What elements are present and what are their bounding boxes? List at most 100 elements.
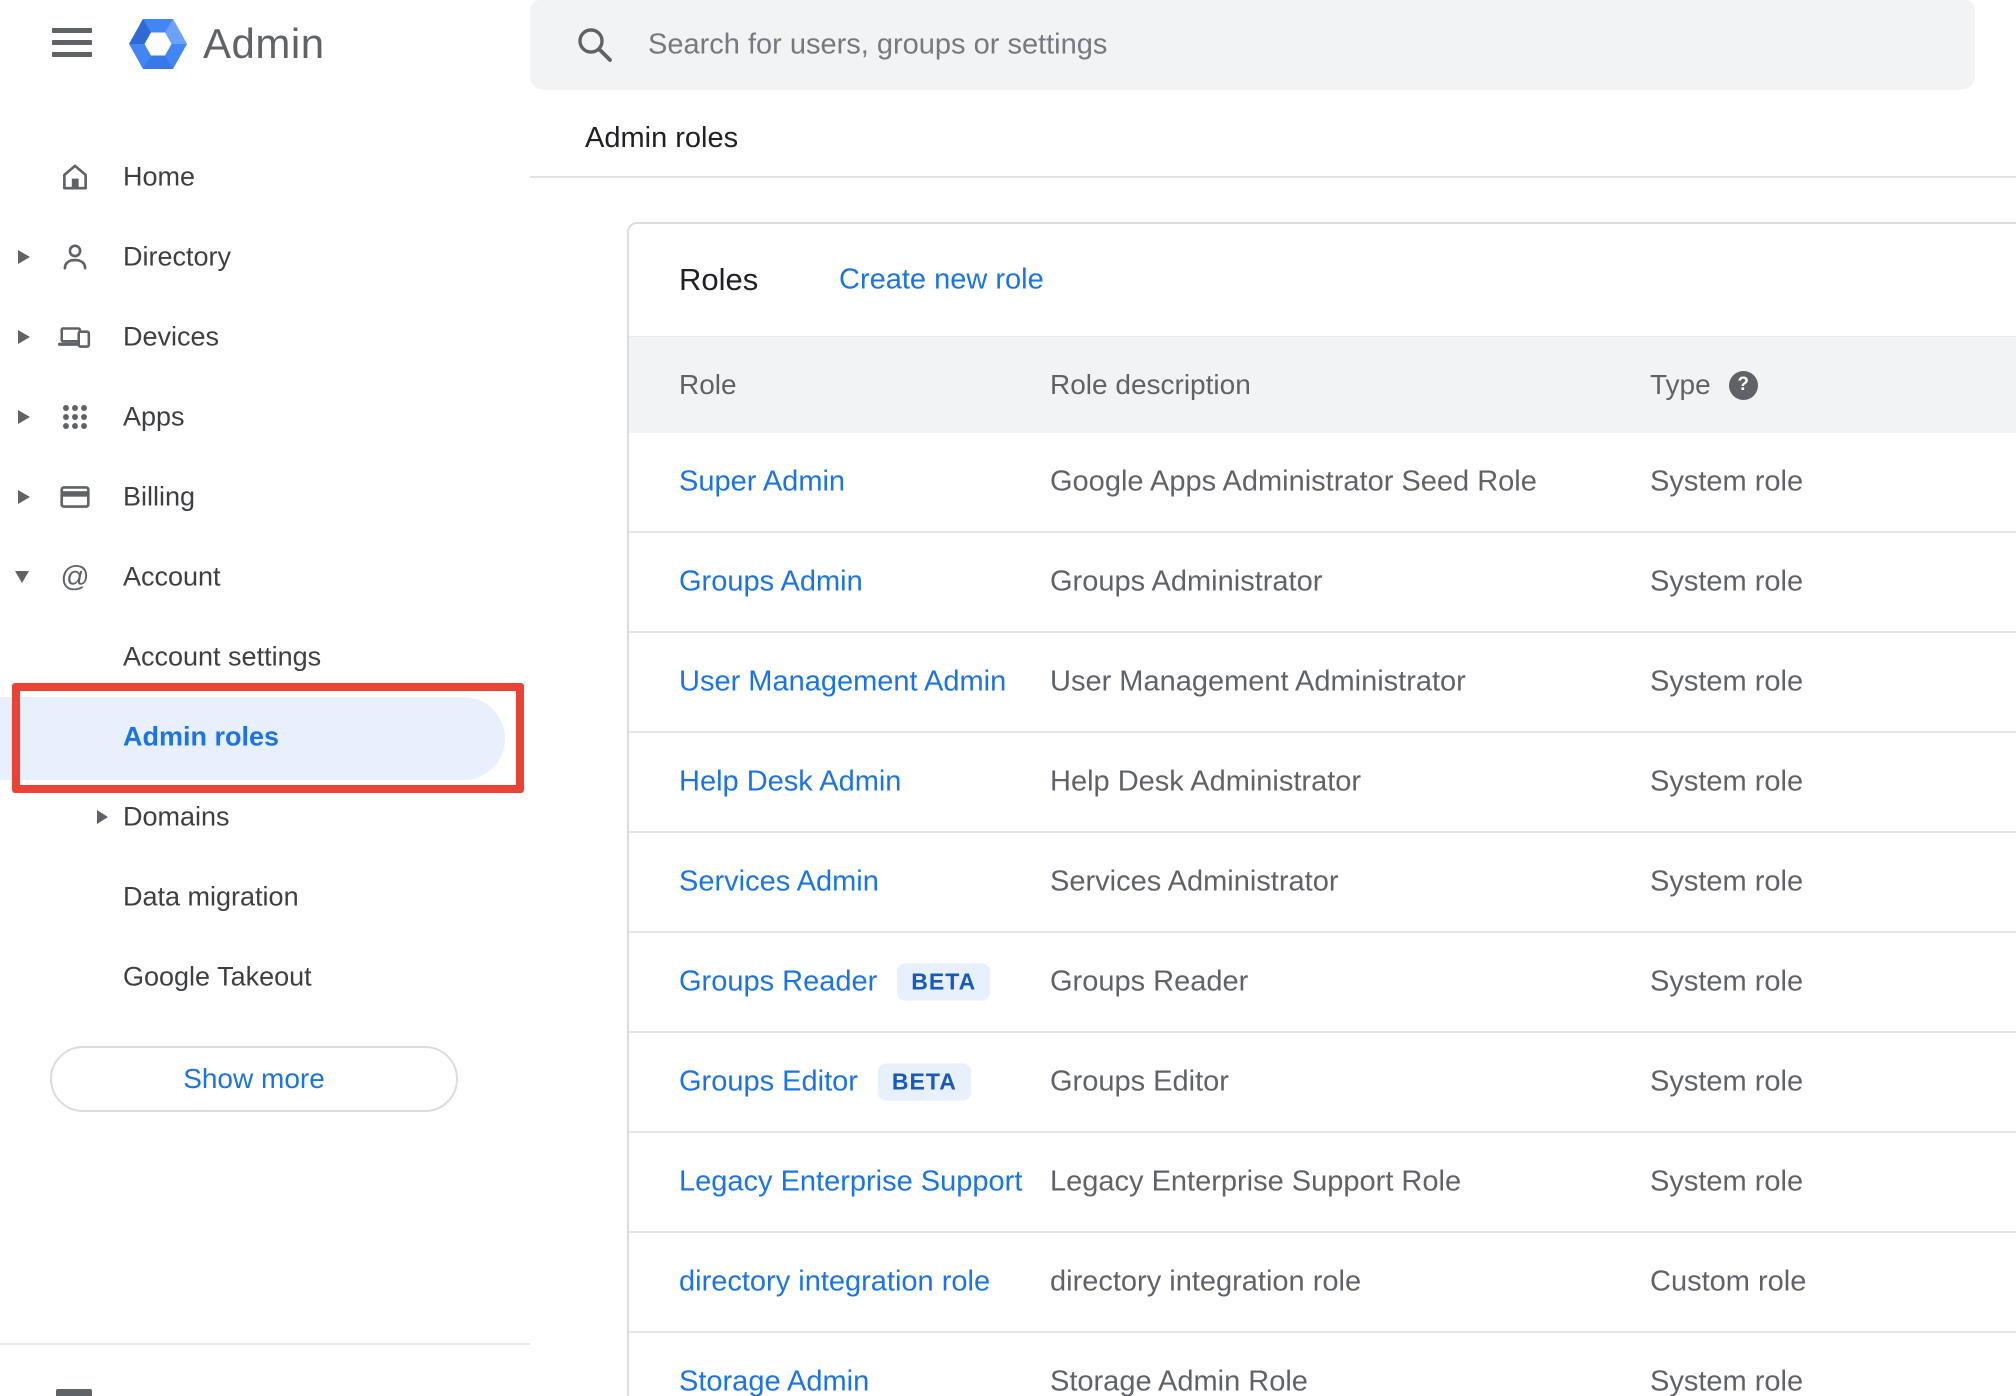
column-header-description: Role description xyxy=(1050,369,1251,400)
sidebar-item-label: Devices xyxy=(123,321,220,352)
role-description: Services Administrator xyxy=(1050,865,1339,898)
roles-card: Roles Create new role Role Role descript… xyxy=(627,222,2016,1396)
sidebar-item-label: Apps xyxy=(123,401,185,432)
role-link[interactable]: Super Admin xyxy=(679,466,845,499)
sidebar-item-label: Directory xyxy=(123,241,232,272)
role-type: Custom role xyxy=(1650,1265,1807,1298)
sidebar-item-devices[interactable]: Devices xyxy=(0,297,530,377)
beta-badge: BETA xyxy=(877,1063,971,1101)
role-link[interactable]: directory integration role xyxy=(679,1266,990,1299)
sidebar-item-label: Billing xyxy=(123,481,196,512)
card-header: Roles Create new role xyxy=(629,224,2016,336)
at-icon: @ xyxy=(58,560,92,594)
admin-logo-icon xyxy=(128,17,188,73)
table-row: Groups Reader BETA Groups Reader System rol… xyxy=(629,933,2016,1033)
card-icon xyxy=(58,480,92,514)
header-divider xyxy=(530,176,2016,178)
sidebar-subitem-domains[interactable]: Domains xyxy=(0,777,530,857)
search-input[interactable]: Search for users, groups or settings xyxy=(648,29,1107,62)
role-link[interactable]: Legacy Enterprise Support xyxy=(679,1166,1022,1199)
help-icon[interactable]: ? xyxy=(1728,370,1758,400)
role-description: Legacy Enterprise Support Role xyxy=(1050,1165,1462,1198)
table-body: Super Admin Google Apps Administrator See… xyxy=(629,433,2016,1396)
table-row: Groups Editor BETA Groups Editor System rol… xyxy=(629,1033,2016,1133)
table-row: Services Admin Services Administrator Syst… xyxy=(629,833,2016,933)
column-header-type: Type ? xyxy=(1650,369,1758,401)
beta-badge: BETA xyxy=(897,963,991,1001)
role-type: System role xyxy=(1650,865,1804,898)
home-icon xyxy=(58,160,92,194)
table-row: directory integration role directory inte… xyxy=(629,1233,2016,1333)
role-link[interactable]: Help Desk Admin xyxy=(679,766,901,799)
role-link[interactable]: Storage Admin xyxy=(679,1366,869,1396)
role-description: Groups Editor xyxy=(1050,1065,1229,1098)
role-link[interactable]: Groups Admin xyxy=(679,566,863,599)
chevron-right-icon[interactable] xyxy=(97,810,108,824)
role-type: System role xyxy=(1650,1365,1804,1396)
sidebar-subitem-google-takeout[interactable]: Google Takeout xyxy=(0,937,530,1017)
role-type: System role xyxy=(1650,665,1804,698)
hamburger-menu-icon[interactable] xyxy=(52,28,92,58)
role-link[interactable]: Groups Editor BETA xyxy=(679,1063,971,1101)
breadcrumb: Admin roles xyxy=(585,122,739,154)
sidebar-item-label: Home xyxy=(123,161,196,192)
svg-text:@: @ xyxy=(60,561,89,593)
role-description: Groups Reader xyxy=(1050,965,1249,998)
role-description: Google Apps Administrator Seed Role xyxy=(1050,465,1537,498)
sidebar-divider xyxy=(0,1343,530,1345)
sidebar: Admin Home Directory Devices Apps Billing @ Ac… xyxy=(0,0,530,1396)
search-icon xyxy=(572,22,616,66)
partial-bottom-icon xyxy=(56,1389,92,1396)
role-description: User Management Administrator xyxy=(1050,665,1466,698)
table-row: User Management Admin User Management Adm… xyxy=(629,633,2016,733)
sidebar-item-billing[interactable]: Billing xyxy=(0,457,530,537)
sidebar-subitem-label: Admin roles xyxy=(123,721,280,752)
role-type: System role xyxy=(1650,765,1804,798)
role-link[interactable]: User Management Admin xyxy=(679,666,1006,699)
chevron-down-icon[interactable] xyxy=(15,571,29,583)
person-icon xyxy=(58,240,92,274)
sidebar-nav: Home Directory Devices Apps Billing @ Account A… xyxy=(0,137,530,1017)
role-link[interactable]: Services Admin xyxy=(679,866,879,899)
sidebar-subitem-data-migration[interactable]: Data migration xyxy=(0,857,530,937)
table-row: Legacy Enterprise Support Legacy Enterpri… xyxy=(629,1133,2016,1233)
devices-icon xyxy=(58,320,92,354)
role-type: System role xyxy=(1650,965,1804,998)
chevron-right-icon[interactable] xyxy=(18,330,30,344)
app-title: Admin xyxy=(203,20,325,67)
table-row: Storage Admin Storage Admin Role System ro… xyxy=(629,1333,2016,1396)
table-row: Super Admin Google Apps Administrator See… xyxy=(629,433,2016,533)
chevron-right-icon[interactable] xyxy=(18,250,30,264)
table-header-row: Role Role description Type ? xyxy=(629,336,2016,433)
create-new-role-link[interactable]: Create new role xyxy=(839,264,1044,297)
sidebar-subitem-account-settings[interactable]: Account settings xyxy=(0,617,530,697)
role-type: System role xyxy=(1650,465,1804,498)
chevron-right-icon[interactable] xyxy=(18,410,30,424)
sidebar-subitem-label: Domains xyxy=(123,801,230,832)
sidebar-item-directory[interactable]: Directory xyxy=(0,217,530,297)
admin-console-page: Admin Home Directory Devices Apps Billing @ Ac… xyxy=(0,0,2016,1396)
role-description: directory integration role xyxy=(1050,1265,1362,1298)
table-row: Groups Admin Groups Administrator System r… xyxy=(629,533,2016,633)
sidebar-subitem-label: Data migration xyxy=(123,881,299,912)
sidebar-item-label: Account xyxy=(123,561,221,592)
sidebar-item-apps[interactable]: Apps xyxy=(0,377,530,457)
role-description: Storage Admin Role xyxy=(1050,1365,1308,1396)
card-title: Roles xyxy=(679,262,759,297)
show-more-button[interactable]: Show more xyxy=(50,1046,458,1112)
column-header-type-label: Type xyxy=(1650,369,1711,400)
table-row: Help Desk Admin Help Desk Administrator Sy… xyxy=(629,733,2016,833)
role-description: Groups Administrator xyxy=(1050,565,1323,598)
sidebar-item-account[interactable]: @ Account xyxy=(0,537,530,617)
apps-icon xyxy=(58,400,92,434)
role-type: System role xyxy=(1650,1065,1804,1098)
role-description: Help Desk Administrator xyxy=(1050,765,1362,798)
chevron-right-icon[interactable] xyxy=(18,490,30,504)
column-header-role: Role xyxy=(679,369,737,400)
sidebar-subitem-admin-roles[interactable]: Admin roles xyxy=(0,697,530,777)
show-more-label: Show more xyxy=(183,1063,325,1094)
sidebar-subitem-label: Account settings xyxy=(123,641,322,672)
search-bar[interactable]: Search for users, groups or settings xyxy=(530,0,1975,90)
role-link[interactable]: Groups Reader BETA xyxy=(679,963,991,1001)
sidebar-item-home[interactable]: Home xyxy=(0,137,530,217)
